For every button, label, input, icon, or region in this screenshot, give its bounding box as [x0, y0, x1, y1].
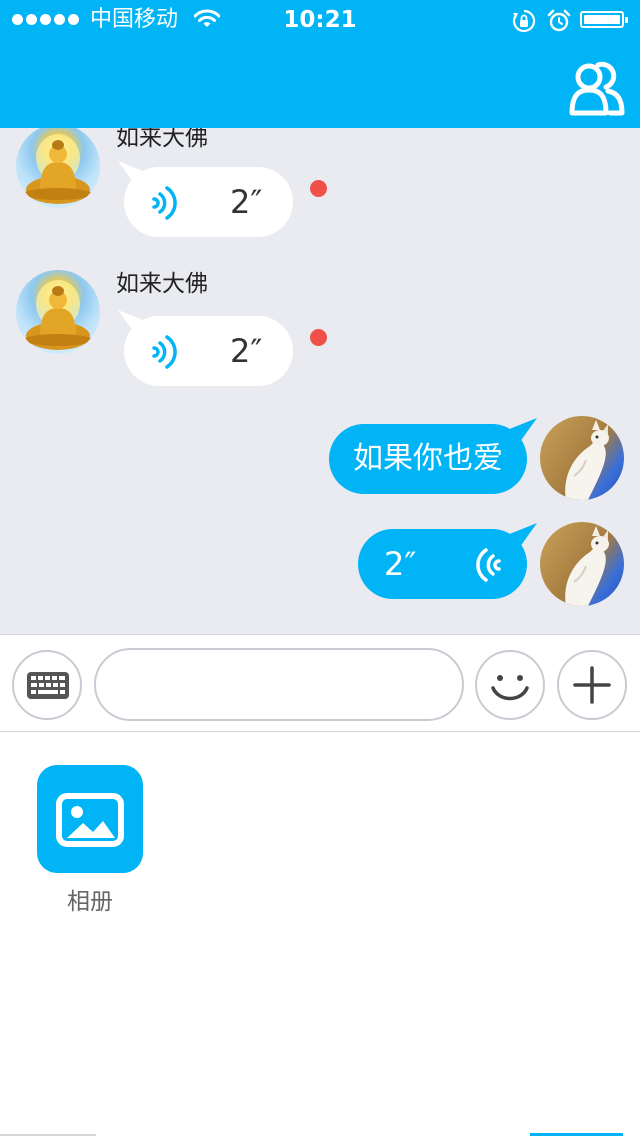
voice-duration: 2″	[230, 332, 263, 370]
voice-wave-icon	[152, 186, 177, 220]
emoji-button[interactable]	[475, 650, 545, 720]
sender-name: 如来大佛	[116, 128, 208, 151]
status-time: 10:21	[283, 7, 357, 33]
alarm-icon	[547, 9, 571, 32]
rotation-lock-icon	[512, 9, 536, 33]
voice-message-bubble[interactable]: 2″	[118, 161, 293, 237]
sender-avatar[interactable]	[16, 270, 100, 354]
unread-indicator	[310, 329, 327, 346]
more-button[interactable]	[557, 650, 627, 720]
sender-avatar[interactable]	[16, 128, 100, 208]
voice-wave-icon	[152, 335, 177, 369]
text-message-bubble[interactable]: 如果你也爱	[329, 418, 537, 494]
voice-message-bubble[interactable]: 2″	[358, 523, 537, 599]
message-input[interactable]	[94, 648, 464, 721]
my-avatar[interactable]	[540, 416, 624, 500]
smile-icon	[491, 675, 529, 701]
bubble-tail	[118, 310, 148, 338]
input-toolbar	[0, 634, 640, 732]
chat-screen: 中国移动 10:21 如来大佛 2″ 如来大佛 2″ 如果你也爱 2″ 相册	[0, 0, 640, 1136]
bubble-tail	[118, 161, 148, 189]
my-avatar[interactable]	[540, 522, 624, 606]
nav-header: 中国移动 10:21	[0, 0, 640, 128]
message-text: 如果你也爱	[353, 441, 503, 476]
battery-icon	[580, 11, 628, 28]
more-panel: 相册	[0, 732, 640, 1136]
contacts-icon[interactable]	[566, 60, 626, 118]
voice-message-bubble[interactable]: 2″	[118, 310, 293, 386]
keyboard-button[interactable]	[12, 650, 82, 720]
album-button[interactable]: 相册	[37, 765, 143, 917]
unread-indicator	[310, 180, 327, 197]
message-list[interactable]: 如来大佛 2″ 如来大佛 2″ 如果你也爱 2″	[0, 128, 640, 634]
picture-icon	[56, 793, 124, 847]
voice-wave-icon	[476, 548, 501, 582]
keyboard-icon	[27, 672, 69, 699]
album-label: 相册	[67, 889, 113, 915]
plus-icon	[573, 666, 611, 704]
voice-duration: 2″	[384, 545, 417, 583]
voice-duration: 2″	[230, 183, 263, 221]
album-tile[interactable]	[37, 765, 143, 873]
sender-name: 如来大佛	[116, 271, 208, 297]
status-bar: 中国移动 10:21	[0, 0, 640, 40]
bubble-tail	[507, 418, 537, 446]
bubble-tail	[507, 523, 537, 551]
